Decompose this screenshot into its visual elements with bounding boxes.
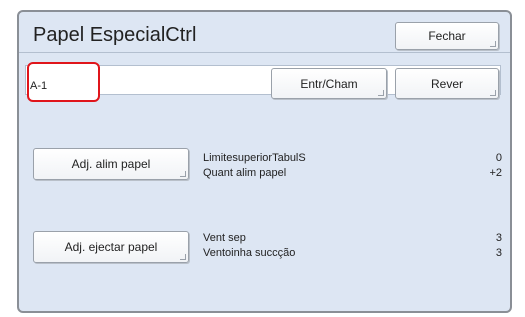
feed-label-quantity: Quant alim papel	[203, 167, 287, 179]
special-paper-control-panel: Papel EspecialCtrl Fechar A-1 Entr/Cham …	[17, 10, 512, 313]
review-button-label: Rever	[430, 76, 463, 91]
adjust-paper-eject-button[interactable]: Adj. ejectar papel	[33, 231, 189, 263]
feed-value-quantity: +2	[489, 167, 502, 179]
button-corner-icon	[490, 41, 496, 47]
eject-label-suction-fan: Ventoinha succção	[203, 247, 296, 259]
adjust-paper-feed-button-label: Adj. alim papel	[71, 157, 151, 171]
eject-value-separation-fan: 3	[495, 232, 502, 244]
identifier-value: A-1	[30, 80, 48, 92]
adjust-paper-eject-button-label: Adj. ejectar papel	[64, 240, 158, 254]
button-corner-icon	[490, 90, 496, 96]
title-divider	[19, 52, 510, 53]
eject-label-separation-fan: Vent sep	[203, 232, 246, 244]
button-corner-icon	[180, 254, 186, 260]
button-corner-icon	[378, 90, 384, 96]
button-corner-icon	[180, 171, 186, 177]
adjust-paper-feed-button[interactable]: Adj. alim papel	[33, 148, 189, 180]
entry-call-button-label: Entr/Cham	[300, 76, 358, 91]
eject-value-suction-fan: 3	[495, 247, 502, 259]
close-button[interactable]: Fechar	[395, 22, 499, 50]
feed-label-upper-limit: LimitesuperiorTabulS	[203, 152, 306, 164]
close-button-label: Fechar	[428, 29, 466, 43]
entry-call-button[interactable]: Entr/Cham	[271, 68, 387, 99]
feed-value-upper-limit: 0	[495, 152, 502, 164]
page-title: Papel EspecialCtrl	[33, 24, 197, 46]
review-button[interactable]: Rever	[395, 68, 499, 99]
